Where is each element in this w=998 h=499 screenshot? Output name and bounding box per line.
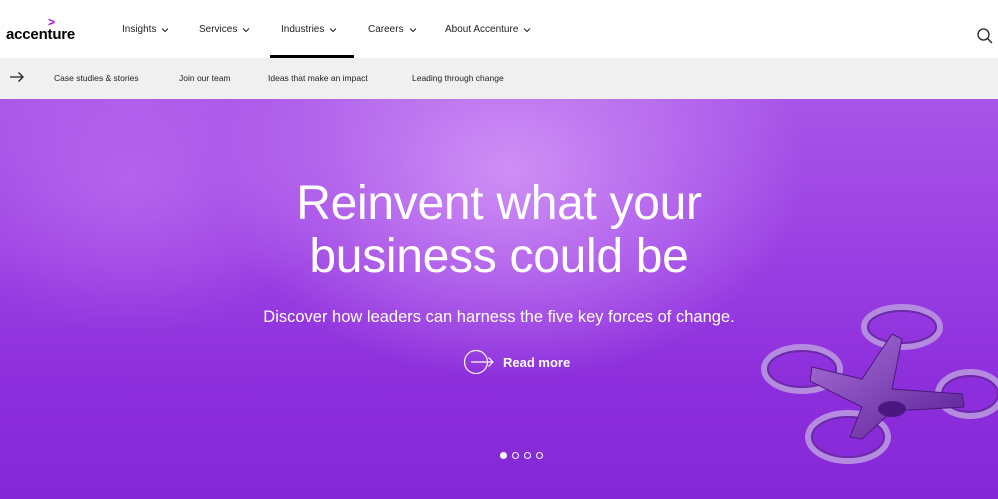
- search-icon[interactable]: [976, 27, 994, 45]
- chevron-down-icon: [162, 27, 169, 32]
- chevron-down-icon: [330, 27, 337, 32]
- hero-banner: Reinvent what your business could be Dis…: [0, 99, 998, 499]
- drone-illustration: [761, 304, 998, 464]
- carousel-indicators: [500, 452, 543, 459]
- hero-title-line-1: Reinvent what your: [296, 177, 702, 230]
- subnav-join-our-team[interactable]: Join our team: [179, 73, 231, 83]
- hero-title: Reinvent what your business could be: [0, 177, 998, 283]
- hero-title-line-2: business could be: [309, 230, 689, 283]
- nav-insights[interactable]: Insights: [122, 24, 169, 35]
- chevron-down-icon: [524, 27, 531, 32]
- arrow-right-icon[interactable]: [9, 71, 25, 83]
- secondary-navigation: Case studies & stories Join our team Ide…: [0, 58, 998, 99]
- read-more-label: Read more: [503, 354, 571, 370]
- chevron-down-icon: [243, 27, 250, 32]
- subnav-leading-through-change[interactable]: Leading through change: [412, 73, 504, 83]
- nav-industries[interactable]: Industries: [281, 24, 337, 35]
- carousel-dot-4[interactable]: [536, 452, 543, 459]
- nav-careers[interactable]: Careers: [368, 24, 417, 35]
- chevron-down-icon: [409, 27, 416, 32]
- top-navigation: > accenture Insights Services Industries…: [0, 0, 998, 58]
- subnav-case-studies[interactable]: Case studies & stories: [54, 73, 139, 83]
- nav-about-accenture[interactable]: About Accenture: [445, 24, 531, 35]
- carousel-dot-1[interactable]: [500, 452, 507, 459]
- carousel-dot-2[interactable]: [512, 452, 519, 459]
- carousel-dot-3[interactable]: [524, 452, 531, 459]
- nav-services[interactable]: Services: [199, 24, 250, 35]
- logo-text: accenture: [6, 26, 76, 43]
- nav-item-label: Industries: [281, 24, 325, 35]
- read-more-button[interactable]: Read more: [463, 349, 570, 375]
- nav-item-label: Careers: [368, 24, 404, 35]
- nav-item-label: Services: [199, 24, 238, 35]
- nav-item-label: About Accenture: [445, 24, 519, 35]
- nav-item-label: Insights: [122, 24, 157, 35]
- circle-arrow-icon: [463, 349, 494, 375]
- subnav-ideas[interactable]: Ideas that make an impact: [268, 73, 368, 83]
